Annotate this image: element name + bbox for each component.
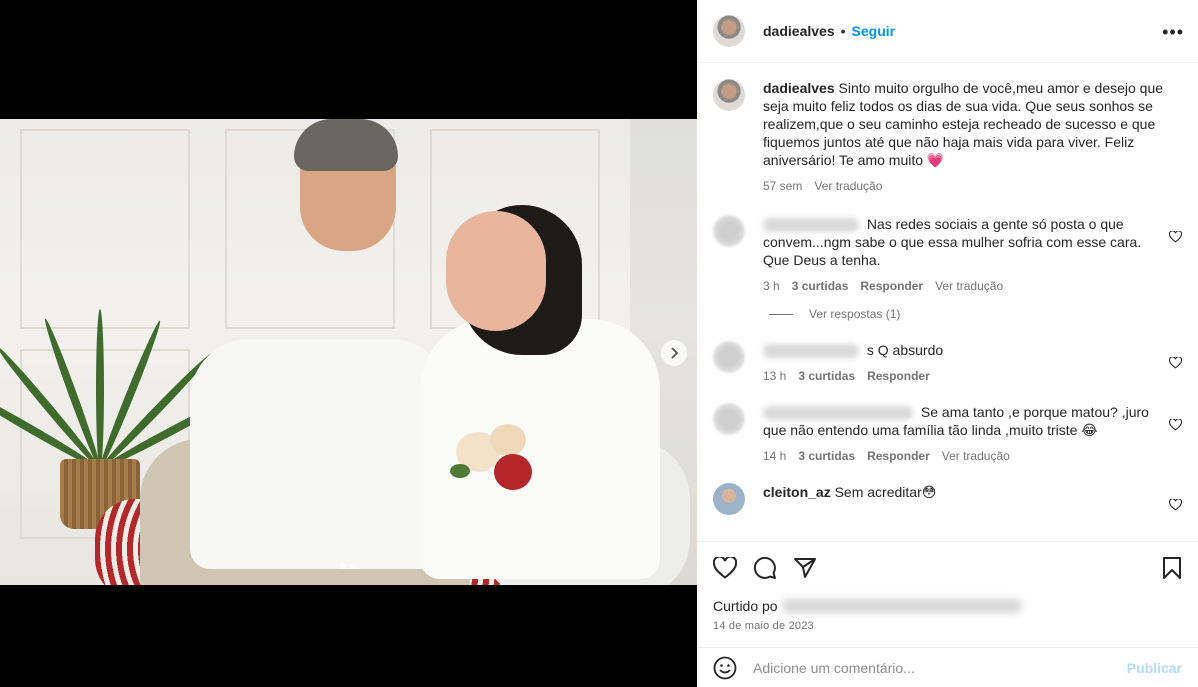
comment-likes[interactable]: 3 curtidas — [798, 367, 855, 385]
blurred-username — [763, 218, 859, 233]
send-icon[interactable] — [793, 556, 817, 580]
likes-summary[interactable]: Curtido po — [713, 598, 1182, 614]
next-slide-button[interactable] — [661, 340, 687, 366]
add-comment-bar: Adicione um comentário... Publicar — [697, 647, 1198, 687]
blurred-username — [763, 344, 859, 359]
blurred-username — [763, 406, 913, 421]
comment-input[interactable]: Adicione um comentário... — [753, 660, 1127, 676]
follow-button[interactable]: Seguir — [852, 23, 896, 39]
more-options-icon[interactable]: ••• — [1162, 22, 1184, 43]
caption-username[interactable]: dadiealves — [763, 80, 835, 96]
chevron-right-icon — [671, 347, 679, 359]
post-media — [0, 0, 697, 687]
commenter-avatar[interactable] — [713, 483, 745, 515]
view-replies-button[interactable]: Ver respostas (1) — [769, 307, 1182, 321]
instagram-post-view: dadiealves • Seguir ••• dadiealves Sinto… — [0, 0, 1198, 687]
commenter-avatar[interactable] — [713, 341, 745, 373]
comment-item: s Q absurdo 13 h 3 curtidas Responder — [713, 341, 1182, 385]
replies-line — [769, 313, 793, 315]
commenter-avatar[interactable] — [713, 215, 745, 247]
post-header: dadiealves • Seguir ••• — [697, 0, 1198, 63]
caption-translate-link[interactable]: Ver tradução — [814, 177, 882, 195]
comment-likes[interactable]: 3 curtidas — [792, 277, 849, 295]
post-photo — [0, 119, 697, 585]
translate-link[interactable]: Ver tradução — [942, 447, 1010, 465]
comment-likes[interactable]: 3 curtidas — [798, 447, 855, 465]
post-actions: Curtido po 14 de maio de 2023 — [697, 541, 1198, 632]
comment-time[interactable]: 14 h — [763, 447, 786, 465]
reply-link[interactable]: Responder — [867, 447, 930, 465]
author-avatar[interactable] — [713, 15, 745, 47]
comments-list[interactable]: dadiealves Sinto muito orgulho de você,m… — [697, 63, 1198, 541]
comment-time[interactable]: 3 h — [763, 277, 780, 295]
likes-label: Curtido po — [713, 598, 778, 614]
comment-text: s Q absurdo — [866, 342, 944, 358]
bookmark-icon[interactable] — [1162, 557, 1182, 579]
comment-like-icon[interactable] — [1169, 419, 1182, 431]
view-replies-label: Ver respostas (1) — [809, 307, 901, 321]
post-date[interactable]: 14 de maio de 2023 — [713, 620, 1182, 632]
author-username[interactable]: dadiealves — [763, 23, 835, 39]
commenter-avatar[interactable] — [713, 403, 745, 435]
carousel-dot — [340, 563, 346, 569]
carousel-dot — [350, 563, 356, 569]
caption-time[interactable]: 57 sem — [763, 177, 802, 195]
reply-link[interactable]: Responder — [860, 277, 923, 295]
comment-like-icon[interactable] — [1169, 231, 1182, 243]
emoji-icon[interactable] — [713, 656, 737, 680]
translate-link[interactable]: Ver tradução — [935, 277, 1003, 295]
comment-item: cleiton_az Sem acreditar😳 — [713, 483, 1182, 515]
reply-link[interactable]: Responder — [867, 367, 930, 385]
comment-item: Nas redes sociais a gente só posta o que… — [713, 215, 1182, 295]
comment-time[interactable]: 13 h — [763, 367, 786, 385]
carousel-dots — [340, 563, 356, 569]
heart-icon[interactable] — [713, 557, 737, 579]
blurred-likers — [781, 599, 1022, 613]
author-avatar[interactable] — [713, 79, 745, 111]
comment-text: Sem acreditar😳 — [834, 484, 937, 500]
publish-button[interactable]: Publicar — [1127, 660, 1182, 676]
comment-item: Se ama tanto ,e porque matou? ,juro que … — [713, 403, 1182, 465]
comment-like-icon[interactable] — [1169, 357, 1182, 369]
comment-username[interactable]: cleiton_az — [763, 484, 831, 500]
caption: dadiealves Sinto muito orgulho de você,m… — [713, 79, 1182, 195]
comment-like-icon[interactable] — [1169, 499, 1182, 511]
separator-dot: • — [840, 23, 846, 39]
post-side-panel: dadiealves • Seguir ••• dadiealves Sinto… — [697, 0, 1198, 687]
comment-icon[interactable] — [753, 556, 777, 580]
